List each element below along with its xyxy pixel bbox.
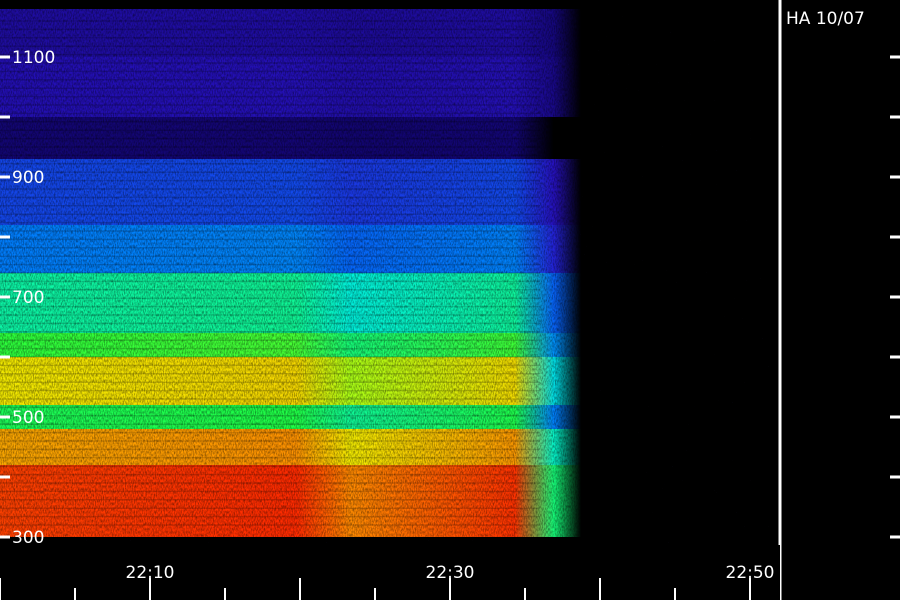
x-axis-strip-right <box>782 545 900 600</box>
x-axis: 22:10 22:30 22:50 <box>0 545 900 600</box>
y-tick-label: 1100 <box>12 48 55 68</box>
y-tick-label: 500 <box>12 408 44 428</box>
spectrogram-chart: 1100900700500300 22:10 22:30 22:50 HA 10/0… <box>0 0 900 600</box>
x-tick-label: 22:10 <box>126 563 175 583</box>
grain-overlay <box>0 0 600 545</box>
station-date-label: HA 10/07 <box>786 9 865 29</box>
x-axis-strip <box>0 545 780 600</box>
x-tick-label: 22:50 <box>726 563 775 583</box>
y-tick-label: 700 <box>12 288 44 308</box>
grain-texture <box>0 0 600 545</box>
x-tick-label: 22:30 <box>426 563 475 583</box>
y-tick-label: 900 <box>12 168 44 188</box>
